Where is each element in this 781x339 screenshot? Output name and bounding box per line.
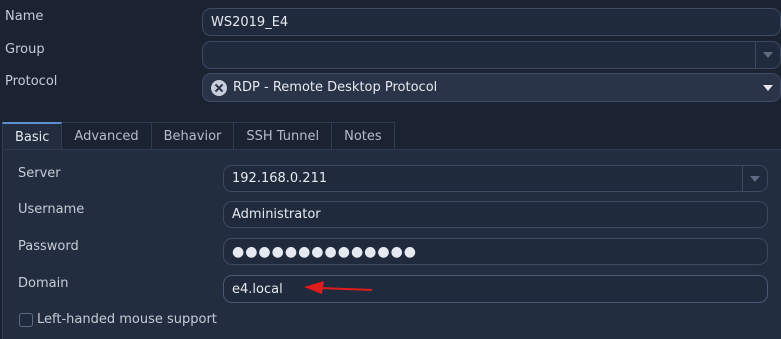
name-label: Name <box>5 9 44 24</box>
group-combobox[interactable] <box>202 41 781 69</box>
chevron-down-icon <box>750 175 760 182</box>
group-label: Group <box>5 42 45 57</box>
name-value: WS2019_E4 <box>211 14 289 30</box>
server-dropdown-button[interactable] <box>742 166 767 191</box>
server-label: Server <box>18 166 61 181</box>
settings-tabs: Basic Advanced Behavior SSH Tunnel Notes <box>2 122 395 150</box>
server-combobox[interactable]: 192.168.0.211 <box>223 165 768 192</box>
domain-label: Domain <box>18 276 69 291</box>
domain-value: e4.local <box>232 281 283 297</box>
password-value: ●●●●●●●●●●●●●● <box>232 243 418 260</box>
rdp-protocol-icon <box>211 79 227 96</box>
tab-notes[interactable]: Notes <box>332 122 395 150</box>
chevron-down-icon <box>763 84 773 91</box>
annotation-arrow-icon <box>304 281 373 294</box>
protocol-dropdown-button[interactable] <box>756 74 780 101</box>
left-handed-label: Left-handed mouse support <box>37 312 217 327</box>
tab-advanced[interactable]: Advanced <box>62 122 152 150</box>
username-label: Username <box>18 202 85 217</box>
chevron-down-icon <box>763 52 773 58</box>
server-value: 192.168.0.211 <box>232 171 328 186</box>
left-handed-checkbox[interactable] <box>19 313 33 327</box>
password-input[interactable]: ●●●●●●●●●●●●●● <box>223 238 768 265</box>
username-input[interactable]: Administrator <box>223 201 768 228</box>
protocol-select[interactable]: RDP - Remote Desktop Protocol <box>202 73 781 102</box>
protocol-value: RDP - Remote Desktop Protocol <box>233 80 438 95</box>
tab-basic[interactable]: Basic <box>2 122 63 150</box>
tab-ssh-tunnel[interactable]: SSH Tunnel <box>234 122 333 150</box>
tab-behavior[interactable]: Behavior <box>151 122 235 150</box>
username-value: Administrator <box>232 207 321 222</box>
name-input[interactable]: WS2019_E4 <box>202 8 781 36</box>
password-label: Password <box>18 239 79 254</box>
protocol-label: Protocol <box>5 74 58 89</box>
group-dropdown-button[interactable] <box>755 42 780 68</box>
